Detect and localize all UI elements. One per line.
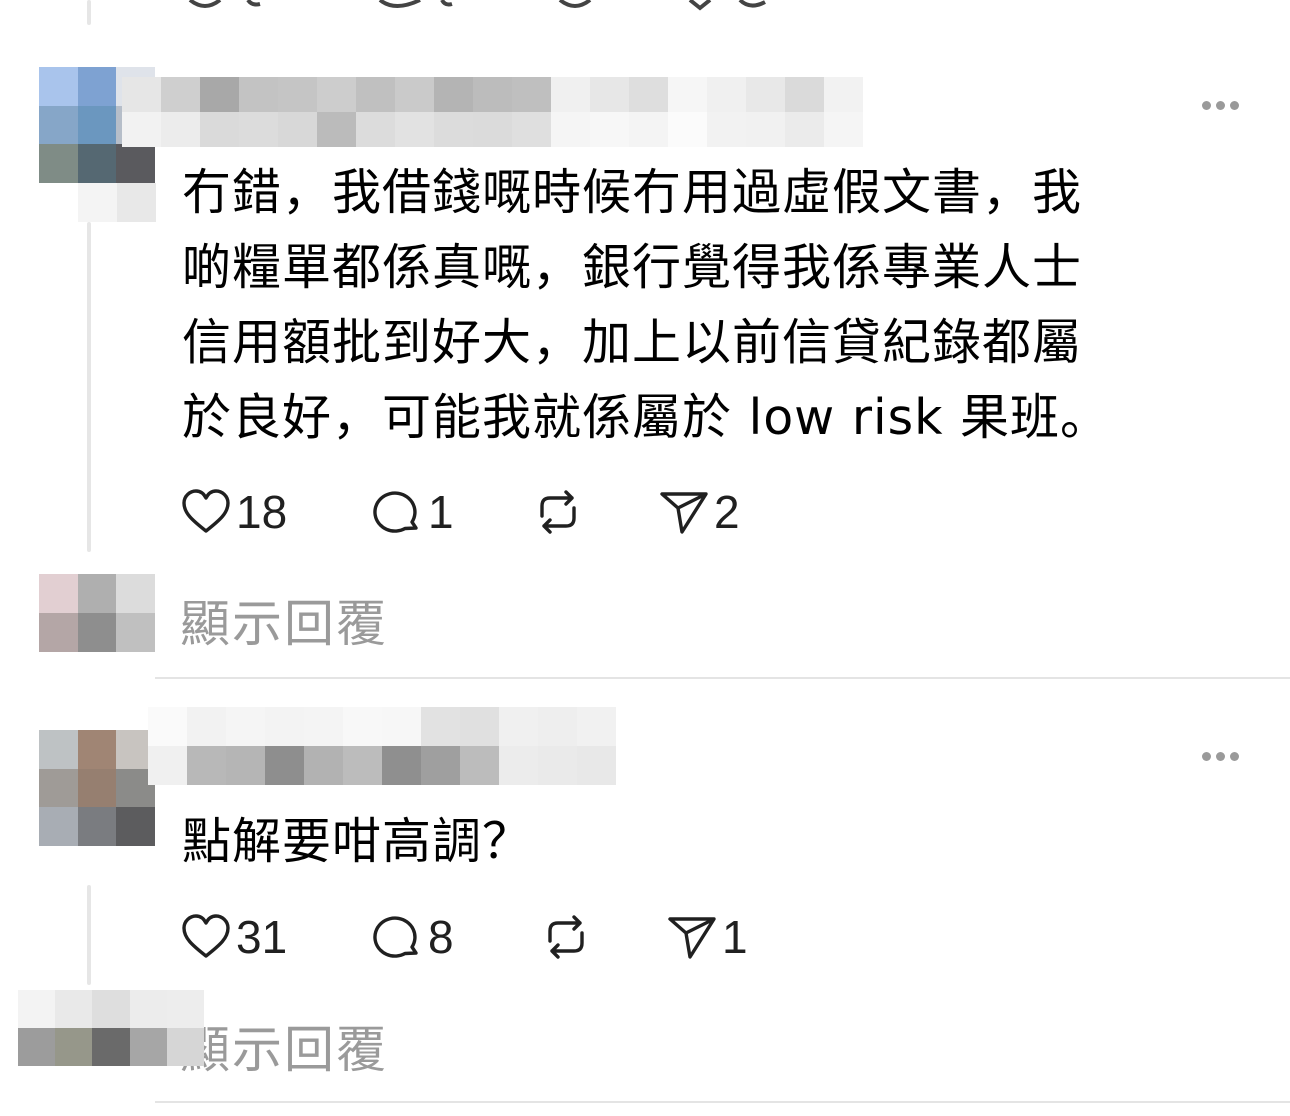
username-1[interactable]: [122, 77, 902, 147]
thread-line-2: [87, 885, 91, 985]
avatar-2[interactable]: [39, 730, 155, 846]
comment-divider: [155, 677, 1290, 679]
thread-line-top: [87, 0, 91, 25]
paper-plane-icon: [660, 492, 708, 534]
more-dots-icon: [1201, 100, 1211, 110]
more-options-button-2[interactable]: [1198, 746, 1242, 766]
more-dot: [1229, 751, 1239, 761]
repost-button-1[interactable]: [532, 484, 588, 540]
share-button-2[interactable]: 1: [666, 909, 748, 965]
share-count-2: 1: [722, 911, 748, 963]
share-button-1[interactable]: 2: [658, 484, 740, 540]
reply-button-2[interactable]: 8: [372, 909, 454, 965]
comment-text-2: 點解要咁高調？: [182, 813, 533, 870]
more-dot: [1215, 100, 1225, 110]
avatar-1-blur-edge: [78, 183, 156, 222]
reply-count-1: 1: [428, 486, 454, 538]
bottom-divider: [155, 1101, 1290, 1103]
more-dots-icon: [1201, 751, 1211, 761]
speech-bubble-icon: [373, 916, 418, 958]
speech-bubble-icon: [373, 491, 418, 533]
paper-plane-icon: [668, 917, 716, 959]
more-options-button-1[interactable]: [1198, 95, 1242, 115]
like-count-2: 31: [236, 911, 288, 963]
repost-button-2[interactable]: [540, 909, 596, 965]
previous-post-actions-remnant: [188, 0, 766, 11]
reply-count-2: 8: [428, 911, 454, 963]
reply-avatar-2: [18, 990, 204, 1066]
username-2[interactable]: [148, 707, 616, 785]
repost-arrows-icon: [548, 915, 584, 959]
comment-text-1: 冇錯，我借錢嘅時候冇用過虛假文書，我 啲糧單都係真嘅，銀行覺得我係專業人士 信用…: [182, 164, 1111, 446]
show-replies-link-1[interactable]: 顯示回覆: [180, 584, 388, 656]
share-count-1: 2: [714, 486, 740, 538]
show-replies-link-2[interactable]: 顯示回覆: [180, 1010, 388, 1082]
more-dot: [1215, 751, 1225, 761]
like-button-1[interactable]: 18: [180, 484, 287, 540]
reply-avatar-1: [39, 574, 155, 652]
repost-arrows-icon: [540, 490, 576, 534]
like-count-1: 18: [236, 486, 288, 538]
more-dot: [1229, 100, 1239, 110]
heart-icon: [182, 914, 230, 958]
heart-icon: [182, 489, 230, 533]
reply-button-1[interactable]: 1: [372, 484, 454, 540]
like-button-2[interactable]: 31: [180, 909, 287, 965]
thread-line-1: [87, 222, 91, 552]
